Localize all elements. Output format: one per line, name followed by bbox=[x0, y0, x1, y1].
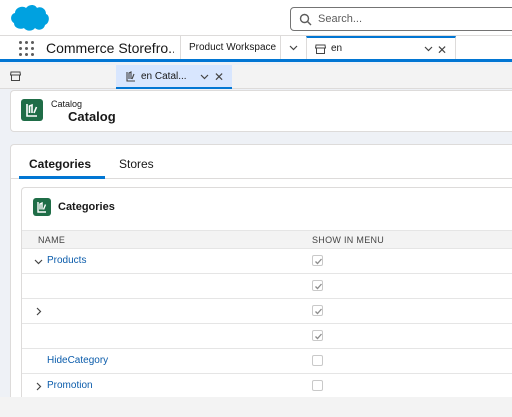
global-search[interactable]: Search... bbox=[290, 7, 512, 31]
show-in-menu-checkbox[interactable] bbox=[312, 380, 323, 391]
nav-menu-button[interactable] bbox=[280, 36, 306, 59]
category-link[interactable]: Products bbox=[47, 255, 86, 266]
store-icon[interactable] bbox=[10, 71, 21, 81]
page-title: Catalog bbox=[68, 109, 116, 124]
salesforce-logo[interactable] bbox=[10, 3, 50, 33]
catalog-icon bbox=[33, 198, 51, 216]
show-in-menu-checkbox[interactable] bbox=[312, 355, 323, 366]
chevron-down-icon bbox=[289, 45, 298, 51]
main-card: Categories Stores Categories NAME SHOW I… bbox=[10, 144, 512, 417]
subtab-label: en Catal... bbox=[141, 71, 187, 82]
tab-bar: Categories Stores bbox=[11, 145, 512, 179]
close-icon[interactable]: ✕ bbox=[437, 43, 447, 57]
column-header-show-in-menu[interactable]: SHOW IN MENU bbox=[312, 235, 384, 245]
table-header: NAME SHOW IN MENU bbox=[22, 230, 512, 249]
table-row: Promotion bbox=[22, 374, 512, 399]
search-icon bbox=[299, 13, 312, 26]
global-header: Search... bbox=[0, 0, 512, 36]
category-link[interactable]: Promotion bbox=[47, 380, 93, 391]
page-header: Catalog Catalog bbox=[10, 90, 512, 132]
tab-categories[interactable]: Categories bbox=[29, 157, 91, 171]
subtab-bar: en Catal... ✕ bbox=[0, 65, 512, 89]
table-row: Products bbox=[22, 249, 512, 274]
tab-en[interactable]: en ✕ bbox=[306, 36, 456, 59]
chevron-right-icon[interactable] bbox=[34, 382, 43, 391]
show-in-menu-checkbox[interactable] bbox=[312, 305, 323, 316]
active-tab-indicator bbox=[19, 176, 105, 179]
categories-card-header: Categories bbox=[22, 188, 512, 230]
categories-card: Categories NAME SHOW IN MENU Products Hi… bbox=[21, 187, 512, 417]
chevron-right-icon[interactable] bbox=[34, 307, 43, 316]
chevron-down-icon[interactable] bbox=[424, 44, 433, 53]
bottom-bar bbox=[0, 397, 512, 417]
table-row bbox=[22, 299, 512, 324]
app-launcher-icon[interactable] bbox=[19, 41, 34, 56]
search-placeholder: Search... bbox=[318, 13, 363, 25]
close-icon[interactable]: ✕ bbox=[214, 70, 224, 84]
catalog-icon bbox=[21, 99, 43, 121]
table-row: HideCategory bbox=[22, 349, 512, 374]
tab-product-workspace[interactable]: Product Workspace bbox=[180, 36, 280, 59]
app-name: Commerce Storefro... bbox=[46, 40, 174, 56]
page-object-type: Catalog bbox=[51, 99, 83, 109]
chevron-down-icon[interactable] bbox=[34, 257, 43, 266]
tab-stores[interactable]: Stores bbox=[119, 157, 154, 171]
table-row bbox=[22, 274, 512, 299]
subtab-en-catalog[interactable]: en Catal... ✕ bbox=[116, 65, 232, 89]
catalog-icon bbox=[126, 71, 135, 82]
show-in-menu-checkbox[interactable] bbox=[312, 280, 323, 291]
store-icon bbox=[315, 44, 326, 54]
category-link[interactable]: HideCategory bbox=[47, 355, 108, 366]
show-in-menu-checkbox[interactable] bbox=[312, 255, 323, 266]
table-row bbox=[22, 324, 512, 349]
categories-card-title: Categories bbox=[58, 201, 115, 213]
chevron-down-icon[interactable] bbox=[200, 72, 209, 81]
show-in-menu-checkbox[interactable] bbox=[312, 330, 323, 341]
column-header-name[interactable]: NAME bbox=[38, 235, 65, 245]
tab-en-label: en bbox=[331, 43, 343, 54]
app-nav-bar: Commerce Storefro... Product Workspace e… bbox=[0, 36, 512, 62]
